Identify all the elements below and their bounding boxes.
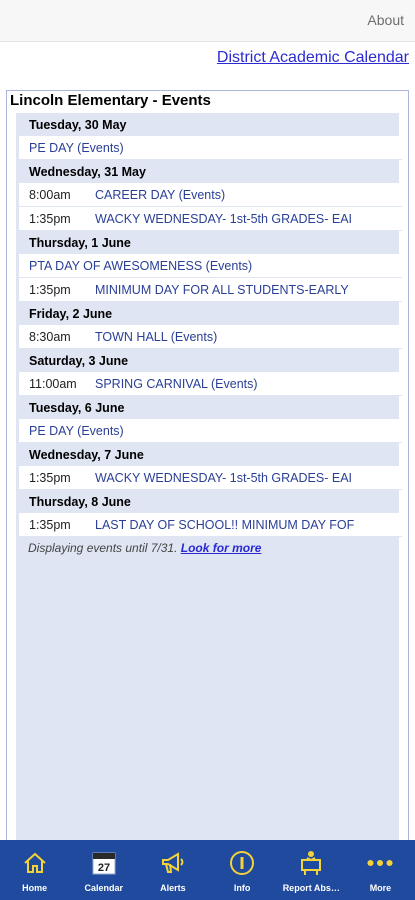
event-row[interactable]: 1:35pm MINIMUM DAY FOR ALL STUDENTS-EARLY [19,278,402,302]
event-time: 11:00am [29,376,77,391]
event-title: LAST DAY OF SCHOOL!! MINIMUM DAY FOF [95,517,355,532]
tab-report-absence[interactable]: Report Abs… [277,840,346,900]
event-row[interactable]: 8:30am TOWN HALL (Events) [19,325,402,349]
event-title: CAREER DAY (Events) [95,187,226,202]
event-title: MINIMUM DAY FOR ALL STUDENTS-EARLY [95,282,349,297]
event-row[interactable]: PTA DAY OF AWESOMENESS (Events) [19,254,402,278]
tab-calendar-label: Calendar [84,883,124,893]
event-title: WACKY WEDNESDAY- 1st-5th GRADES- EAI [95,470,353,485]
calendar-icon-day: 27 [98,862,110,874]
events-panel: Lincoln Elementary - Events Tuesday, 30 … [6,90,409,842]
event-title: PE DAY (Events) [29,423,124,438]
day-header: Tuesday, 6 June [29,401,125,415]
report-absence-icon [298,850,324,876]
event-row[interactable]: PE DAY (Events) [19,136,402,160]
event-row[interactable]: 11:00am SPRING CARNIVAL (Events) [19,372,402,396]
event-time: 1:35pm [29,517,71,532]
day-header: Thursday, 8 June [29,495,131,509]
event-title: WACKY WEDNESDAY- 1st-5th GRADES- EAI [95,211,353,226]
bottom-tab-bar: Home 27 Calendar Alerts Info Report Abs…… [0,840,415,900]
day-header: Thursday, 1 June [29,236,131,250]
event-row[interactable]: PE DAY (Events) [19,419,402,443]
event-title: TOWN HALL (Events) [95,329,218,344]
tab-home[interactable]: Home [0,840,69,900]
event-time: 1:35pm [29,470,71,485]
event-time: 8:30am [29,329,71,344]
day-header: Saturday, 3 June [29,354,129,368]
event-row[interactable]: 1:35pm WACKY WEDNESDAY- 1st-5th GRADES- E… [19,207,402,231]
events-footer-text: Displaying events until 7/31. [28,541,181,555]
event-row[interactable]: 1:35pm LAST DAY OF SCHOOL!! MINIMUM DAY F… [19,513,402,537]
events-footer-note: Displaying events until 7/31. Look for m… [16,537,399,555]
event-time: 1:35pm [29,282,71,297]
home-icon [22,850,48,876]
tab-info-label: Info [233,883,251,893]
event-row[interactable]: 8:00am CAREER DAY (Events) [19,183,402,207]
look-for-more-link[interactable]: Look for more [181,541,262,555]
event-title: SPRING CARNIVAL (Events) [95,376,258,391]
events-list: Tuesday, 30 May PE DAY (Events) Wednesday,… [16,113,402,841]
events-panel-title: Lincoln Elementary - Events [10,92,211,109]
top-bar: About [0,0,415,42]
event-row[interactable]: 1:35pm WACKY WEDNESDAY- 1st-5th GRADES- E… [19,466,402,490]
event-time: 1:35pm [29,211,71,226]
tab-more[interactable]: More [346,840,415,900]
day-header: Friday, 2 June [29,307,113,321]
event-time: 8:00am [29,187,71,202]
tab-more-label: More [369,883,392,893]
megaphone-icon [160,850,186,876]
district-academic-calendar-link[interactable]: District Academic Calendar [217,49,409,67]
tab-calendar[interactable]: 27 Calendar [69,840,138,900]
day-header: Wednesday, 31 May [29,165,146,179]
event-title: PE DAY (Events) [29,140,124,155]
tab-home-label: Home [22,883,48,893]
event-title: PTA DAY OF AWESOMENESS (Events) [29,258,253,273]
tab-report-absence-label: Report Abs… [282,883,340,893]
more-icon [367,850,394,876]
about-link[interactable]: About [367,12,404,28]
tab-info[interactable]: Info [208,840,277,900]
tab-alerts-label: Alerts [160,883,186,893]
day-header: Tuesday, 30 May [29,118,127,132]
calendar-icon: 27 [91,850,117,876]
tab-alerts[interactable]: Alerts [138,840,207,900]
day-header: Wednesday, 7 June [29,448,144,462]
info-icon [229,850,255,876]
